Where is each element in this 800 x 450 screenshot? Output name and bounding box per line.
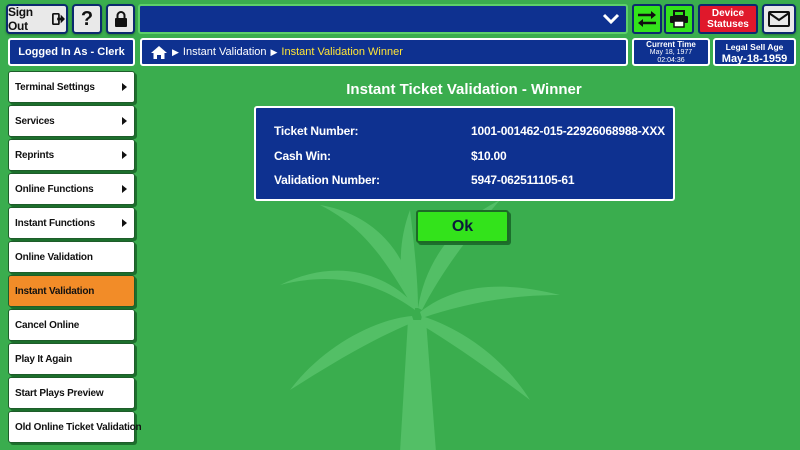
sign-out-label: Sign Out [8, 5, 33, 33]
ok-button[interactable]: Ok [416, 210, 509, 243]
sidebar-item-label: Services [15, 115, 55, 127]
sidebar-item-cancel-online[interactable]: Cancel Online [8, 309, 135, 341]
sidebar-item-label: Start Plays Preview [15, 387, 104, 399]
device-statuses-label: Device Statuses [707, 8, 749, 30]
mail-icon [768, 11, 790, 27]
sidebar-item-label: Play It Again [15, 353, 73, 365]
chevron-right-icon [122, 83, 127, 91]
legal-sell-age-label: Legal Sell Age [725, 42, 784, 52]
sign-out-button[interactable]: Sign Out [6, 4, 68, 34]
chevron-right-icon [122, 151, 127, 159]
sidebar-item-label: Cancel Online [15, 319, 80, 331]
validation-number-label: Validation Number: [274, 173, 380, 187]
help-button[interactable]: ? [72, 4, 102, 34]
messages-button[interactable] [762, 4, 796, 34]
lock-button[interactable] [106, 4, 135, 34]
chevron-down-icon [602, 13, 620, 25]
sidebar-item-online-functions[interactable]: Online Functions [8, 173, 135, 205]
validation-number-row: Validation Number: 5947-062511105-61 [274, 173, 575, 187]
transfer-arrows-icon [638, 11, 656, 27]
sidebar-item-label: Instant Functions [15, 217, 95, 229]
page-title: Instant Ticket Validation - Winner [346, 81, 582, 98]
sidebar-item-label: Online Validation [15, 251, 93, 263]
palm-tree-watermark [280, 200, 560, 450]
current-date: May 18, 1977 [649, 49, 693, 56]
sidebar-item-label: Old Online Ticket Validation [15, 421, 142, 433]
ticket-number-label: Ticket Number: [274, 124, 359, 138]
lock-icon [114, 11, 127, 27]
device-statuses-button[interactable]: Device Statuses [698, 4, 758, 34]
sidebar-item-instant-validation[interactable]: Instant Validation [8, 275, 135, 307]
chevron-right-icon [122, 117, 127, 125]
sidebar-item-terminal-settings[interactable]: Terminal Settings [8, 71, 135, 103]
sidebar-item-old-online-ticket-validation[interactable]: Old Online Ticket Validation [8, 411, 142, 443]
ok-label: Ok [451, 217, 474, 235]
ticket-number-value: 1001-001462-015-22926068988-XXX [471, 124, 665, 138]
sidebar-item-services[interactable]: Services [8, 105, 135, 137]
function-dropdown[interactable] [138, 4, 628, 34]
sidebar-item-label: Terminal Settings [15, 81, 95, 93]
print-button[interactable] [664, 4, 694, 34]
current-clock: 02:04:36 [657, 57, 685, 64]
breadcrumb: ▶ Instant Validation ▶ Instant Validatio… [140, 38, 628, 66]
sidebar-item-label: Online Functions [15, 183, 94, 195]
cash-win-label: Cash Win: [274, 149, 331, 163]
legal-sell-age-value: May-18-1959 [721, 53, 788, 65]
breadcrumb-current: Instant Validation Winner [281, 46, 403, 58]
sidebar-item-play-it-again[interactable]: Play It Again [8, 343, 135, 375]
logged-in-label: Logged In As - Clerk [18, 46, 125, 58]
validation-details-panel: Ticket Number: 1001-001462-015-229260689… [254, 106, 675, 201]
current-time-display: Current Time May 18, 1977 02:04:36 [632, 38, 710, 66]
cash-win-value: $10.00 [471, 149, 507, 163]
sidebar-item-label: Instant Validation [15, 285, 95, 297]
help-label: ? [80, 7, 94, 30]
sign-out-icon [52, 12, 66, 26]
sidebar-item-start-plays-preview[interactable]: Start Plays Preview [8, 377, 135, 409]
printer-icon [670, 10, 688, 28]
transfer-button[interactable] [632, 4, 662, 34]
breadcrumb-separator: ▶ [270, 46, 278, 57]
legal-sell-age-display: Legal Sell Age May-18-1959 [713, 38, 796, 66]
sidebar-item-reprints[interactable]: Reprints [8, 139, 135, 171]
chevron-right-icon [122, 219, 127, 227]
current-time-label: Current Time [646, 40, 696, 49]
sidebar-item-online-validation[interactable]: Online Validation [8, 241, 135, 273]
logged-in-status: Logged In As - Clerk [8, 38, 135, 66]
sidebar-item-label: Reprints [15, 149, 54, 161]
sidebar-item-instant-functions[interactable]: Instant Functions [8, 207, 135, 239]
cash-win-row: Cash Win: $10.00 [274, 149, 507, 163]
breadcrumb-separator: ▶ [172, 46, 179, 57]
ticket-number-row: Ticket Number: 1001-001462-015-229260689… [274, 124, 665, 138]
home-icon[interactable] [150, 45, 168, 60]
validation-number-value: 5947-062511105-61 [471, 173, 575, 187]
breadcrumb-item-instant-validation[interactable]: Instant Validation [183, 46, 267, 58]
chevron-right-icon [122, 185, 127, 193]
